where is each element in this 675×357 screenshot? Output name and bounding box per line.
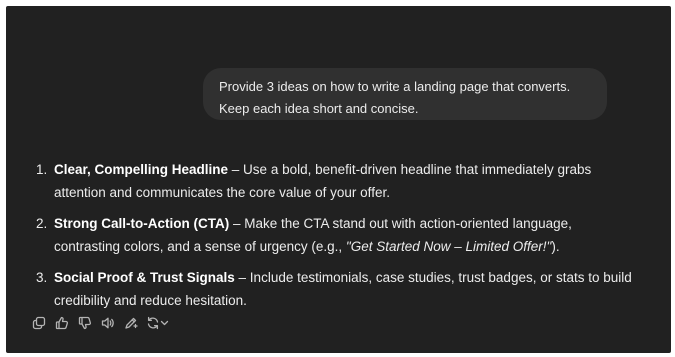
speaker-icon [101, 317, 114, 329]
user-message-line: Keep each idea short and concise. [219, 101, 419, 116]
regenerate-button[interactable] [145, 314, 171, 332]
copy-button[interactable] [30, 314, 48, 332]
good-response-button[interactable] [53, 314, 71, 332]
edit-in-canvas-button[interactable] [122, 314, 140, 332]
pen-sparkle-icon [125, 317, 138, 329]
idea-text: attention and communicates the core valu… [54, 185, 390, 200]
list-item-line: Social Proof & Trust Signals – Include t… [54, 266, 648, 289]
chat-window: Provide 3 ideas on how to write a landin… [6, 6, 671, 353]
list-number: 2. [36, 216, 48, 231]
message-action-bar [30, 313, 171, 333]
list-item-line: Clear, Compelling Headline – Use a bold,… [54, 158, 648, 181]
thumbs-up-icon [55, 316, 69, 330]
bad-response-button[interactable] [76, 314, 94, 332]
list-number: 1. [36, 162, 48, 177]
copy-icon [32, 316, 46, 330]
user-message-bubble: Provide 3 ideas on how to write a landin… [203, 68, 607, 120]
list-item: 2. Strong Call-to-Action (CTA) – Make th… [28, 212, 648, 258]
list-item: 1. Clear, Compelling Headline – Use a bo… [28, 158, 648, 204]
list-item-line: contrasting colors, and a sense of urgen… [54, 235, 648, 258]
list-item: 3. Social Proof & Trust Signals – Includ… [28, 266, 648, 312]
read-aloud-button[interactable] [99, 314, 117, 332]
idea-text: contrasting colors, and a sense of urgen… [54, 239, 346, 254]
idea-example-text: "Get Started Now – Limited Offer!" [345, 239, 552, 254]
list-number: 3. [36, 270, 48, 285]
idea-title: Clear, Compelling Headline [54, 162, 229, 177]
idea-text: – Use a bold, benefit-driven headline th… [228, 162, 592, 177]
idea-title: Social Proof & Trust Signals [54, 270, 235, 285]
idea-text: – Make the CTA stand out with action-ori… [229, 216, 572, 231]
list-item-line: Strong Call-to-Action (CTA) – Make the C… [54, 212, 648, 235]
idea-text: credibility and reduce hesitation. [54, 293, 247, 308]
idea-text: – Include testimonials, case studies, tr… [234, 270, 632, 285]
idea-title: Strong Call-to-Action (CTA) [54, 216, 230, 231]
assistant-response-list: 1. Clear, Compelling Headline – Use a bo… [28, 158, 648, 320]
idea-text: ). [551, 239, 560, 254]
thumbs-down-icon [78, 316, 92, 330]
user-message-line: Provide 3 ideas on how to write a landin… [219, 79, 571, 94]
refresh-chevron-icon [147, 316, 169, 330]
